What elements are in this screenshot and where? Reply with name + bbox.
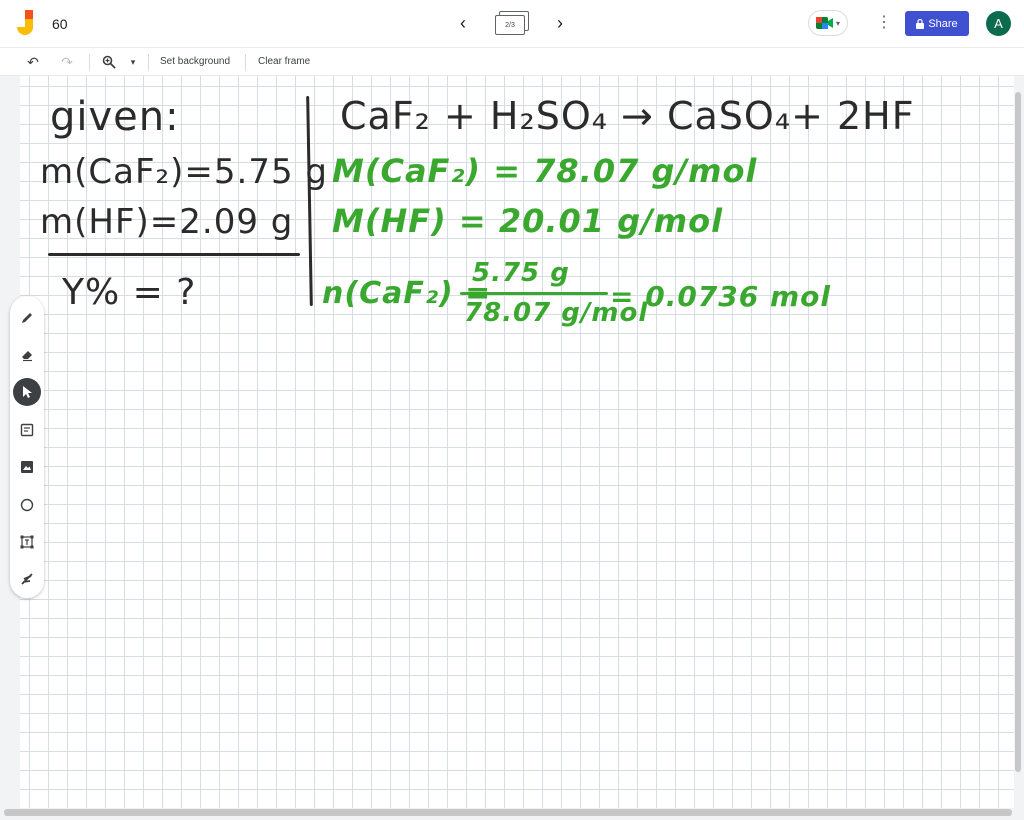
jamboard-logo (17, 10, 33, 35)
molar-mass-hf: M(HF) = 20.01 g/mol (332, 202, 724, 240)
reaction-equation: CaF₂ + H₂SO₄ → CaSO₄+ 2HF (340, 94, 915, 138)
given-mass-hf: m(HF)=2.09 g (40, 202, 294, 242)
molar-mass-caf2: M(CaF₂) = 78.07 g/mol (332, 152, 758, 190)
image-icon[interactable] (13, 453, 41, 481)
moles-result: = 0.0736 mol (610, 280, 832, 313)
clear-frame-button[interactable]: Clear frame (258, 56, 310, 67)
zoom-icon[interactable] (100, 53, 118, 71)
meet-button[interactable]: ▾ (808, 10, 848, 36)
more-vert-icon[interactable]: ⋮ (876, 13, 892, 33)
given-mass-caf2: m(CaF₂)=5.75 g (40, 152, 328, 192)
frame-indicator[interactable]: 2/3 (495, 11, 529, 37)
side-toolbar (10, 296, 44, 598)
meet-icon (815, 17, 833, 29)
yield-question: Y% = ? (62, 272, 197, 313)
next-frame-icon[interactable]: › (550, 13, 570, 33)
select-icon[interactable] (13, 378, 41, 406)
vertical-scrollbar[interactable] (1015, 92, 1021, 772)
toolbar-divider (245, 54, 246, 71)
share-button[interactable]: Share (905, 11, 969, 36)
avatar[interactable]: A (986, 11, 1011, 36)
fraction-bar (460, 292, 608, 295)
given-underline (48, 253, 300, 256)
undo-icon[interactable]: ↶ (24, 53, 42, 71)
zoom-dropdown-icon[interactable]: ▾ (124, 53, 142, 71)
toolbar: ↶ ↷ ▾ Set background Clear frame (0, 47, 1024, 76)
prev-frame-icon[interactable]: ‹ (453, 13, 473, 33)
eraser-icon[interactable] (13, 341, 41, 369)
meet-dropdown-icon: ▾ (835, 18, 840, 28)
document-title[interactable]: 60 (52, 16, 68, 32)
sticky-note-icon[interactable] (13, 416, 41, 444)
horizontal-scrollbar[interactable] (4, 809, 1012, 816)
set-background-button[interactable]: Set background (160, 56, 230, 67)
canvas-area: given: m(CaF₂)=5.75 g m(HF)=2.09 g Y% = … (0, 76, 1024, 820)
pen-icon[interactable] (13, 304, 41, 332)
text-box-icon[interactable] (13, 528, 41, 556)
lock-icon (916, 18, 925, 29)
toolbar-divider (89, 54, 90, 71)
redo-icon[interactable]: ↷ (58, 53, 76, 71)
toolbar-divider (148, 54, 149, 71)
top-bar: 60 ‹ 2/3 › ▾ ⋮ Share A (0, 0, 1024, 47)
laser-icon[interactable] (13, 565, 41, 593)
vertical-divider (306, 95, 313, 307)
whiteboard-canvas[interactable]: given: m(CaF₂)=5.75 g m(HF)=2.09 g Y% = … (20, 76, 1014, 808)
circle-shape-icon[interactable] (13, 491, 41, 519)
moles-numerator: 5.75 g (472, 258, 570, 288)
share-label: Share (928, 17, 958, 30)
given-label: given: (50, 94, 180, 140)
frame-count: 2/3 (495, 15, 525, 35)
